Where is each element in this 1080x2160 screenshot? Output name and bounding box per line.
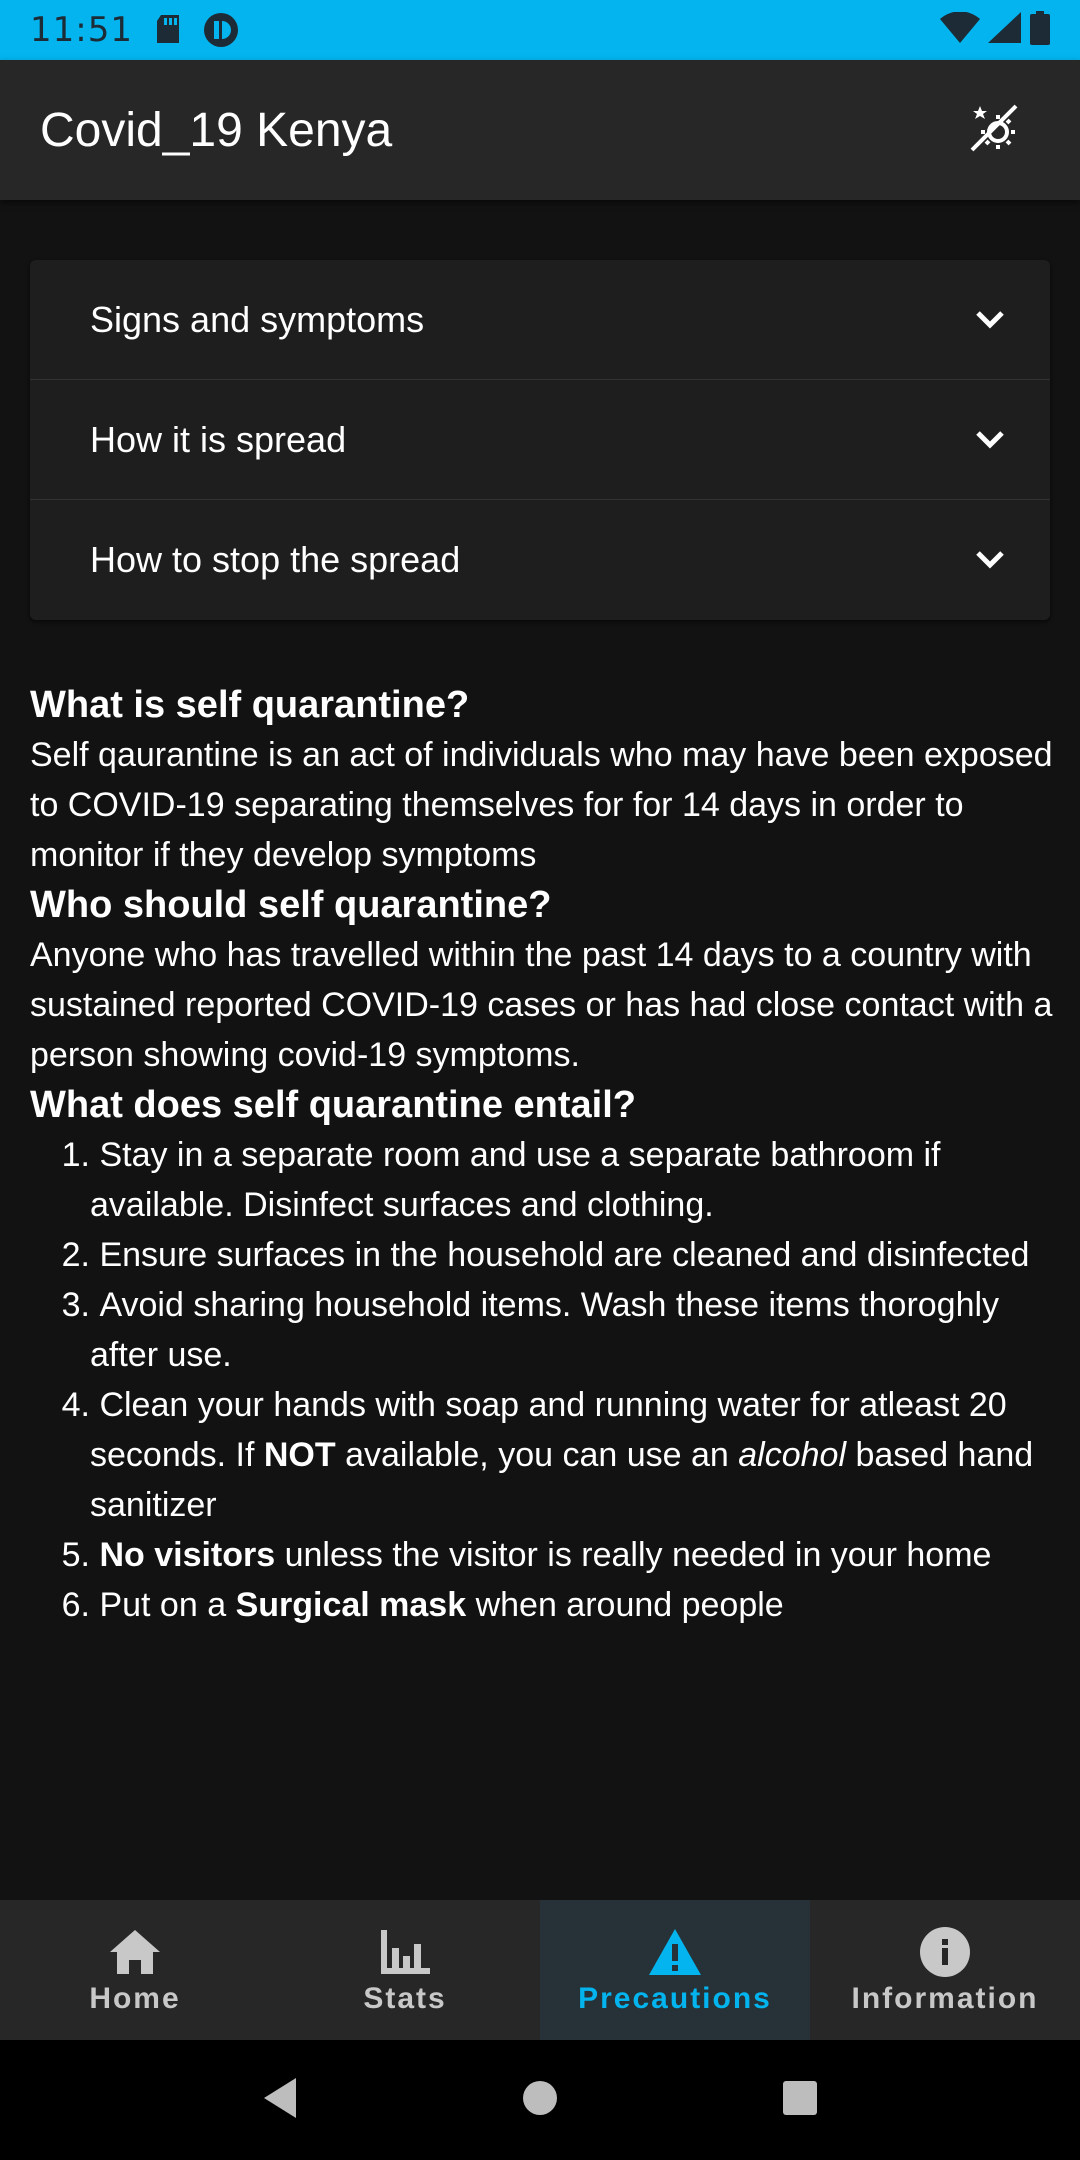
list-number: 1. [61, 1136, 90, 1174]
bottom-navigation: Home Stats Precautions Information [0, 1900, 1080, 2040]
recents-icon[interactable] [780, 2078, 820, 2123]
accordion-how-it-is-spread[interactable]: How it is spread [30, 380, 1050, 500]
chevron-down-icon [970, 420, 1010, 460]
heading-what-does-self-quarantine-entail: What does self quarantine entail? [30, 1084, 636, 1126]
app-notification-icon [203, 12, 239, 48]
list-text: Avoid sharing household items. Wash thes… [90, 1286, 1000, 1374]
info-icon [919, 1924, 971, 1980]
nav-information-label: Information [851, 1982, 1039, 2015]
list-text: No visitors unless the visitor is really… [99, 1536, 992, 1574]
accordion-label: How it is spread [90, 418, 347, 460]
system-navigation-bar [0, 2040, 1080, 2160]
nav-home-label: Home [89, 1982, 181, 2015]
home-circle-icon[interactable] [520, 2078, 560, 2123]
quarantine-content: What is self quarantine? Self qaurantine… [30, 680, 1060, 1630]
nav-precautions[interactable]: Precautions [540, 1900, 810, 2040]
nav-precautions-label: Precautions [578, 1982, 772, 2015]
list-item: 1. Stay in a separate room and use a sep… [30, 1130, 1060, 1230]
signal-icon [988, 11, 1022, 49]
nav-stats-label: Stats [363, 1982, 447, 2015]
chevron-down-icon [970, 300, 1010, 340]
list-number: 5. [61, 1536, 90, 1574]
list-item: 3. Avoid sharing household items. Wash t… [30, 1280, 1060, 1380]
theme-toggle-icon [966, 100, 1022, 161]
heading-what-is-self-quarantine: What is self quarantine? [30, 684, 470, 726]
app-bar: Covid_19 Kenya [0, 60, 1080, 200]
list-item: 5. No visitors unless the visitor is rea… [30, 1530, 1060, 1580]
accordion-label: Signs and symptoms [90, 298, 425, 340]
accordion-label: How to stop the spread [90, 539, 461, 580]
theme-toggle-button[interactable] [958, 94, 1030, 166]
app-title: Covid_19 Kenya [40, 103, 393, 157]
paragraph-what-is-self-quarantine: Self qaurantine is an act of individuals… [30, 736, 1053, 874]
home-icon [108, 1924, 162, 1980]
warning-icon [647, 1924, 703, 1980]
list-item: 2. Ensure surfaces in the household are … [30, 1230, 1060, 1280]
list-number: 2. [61, 1236, 90, 1274]
list-text: Clean your hands with soap and running w… [90, 1386, 1034, 1524]
list-number: 4. [61, 1386, 90, 1424]
list-text: Ensure surfaces in the household are cle… [99, 1236, 1030, 1274]
list-number: 3. [61, 1286, 90, 1324]
nav-home[interactable]: Home [0, 1900, 270, 2040]
status-bar: 11:51 [0, 0, 1080, 60]
battery-icon [1030, 10, 1050, 50]
nav-stats[interactable]: Stats [270, 1900, 540, 2040]
paragraph-who-should-self-quarantine: Anyone who has travelled within the past… [30, 936, 1053, 1074]
quarantine-steps-list: 1. Stay in a separate room and use a sep… [30, 1130, 1060, 1630]
precautions-accordion: Signs and symptoms How it is spread How … [30, 260, 1050, 620]
list-number: 6. [61, 1586, 90, 1624]
status-time: 11:51 [30, 10, 133, 50]
list-item: 6. Put on a Surgical mask when around pe… [30, 1580, 1060, 1630]
list-item: 4. Clean your hands with soap and runnin… [30, 1380, 1060, 1530]
accordion-signs-and-symptoms[interactable]: Signs and symptoms [30, 260, 1050, 380]
list-text: Stay in a separate room and use a separa… [90, 1136, 941, 1224]
nav-information[interactable]: Information [810, 1900, 1080, 2040]
stats-icon [378, 1924, 432, 1980]
accordion-how-to-stop-the-spread[interactable]: How to stop the spread [30, 500, 1050, 620]
heading-who-should-self-quarantine: Who should self quarantine? [30, 884, 552, 926]
list-text: Put on a Surgical mask when around peopl… [99, 1586, 784, 1624]
sd-card-icon [155, 15, 181, 45]
back-icon[interactable] [260, 2076, 300, 2125]
chevron-down-icon [970, 540, 1010, 580]
wifi-icon [940, 10, 980, 49]
